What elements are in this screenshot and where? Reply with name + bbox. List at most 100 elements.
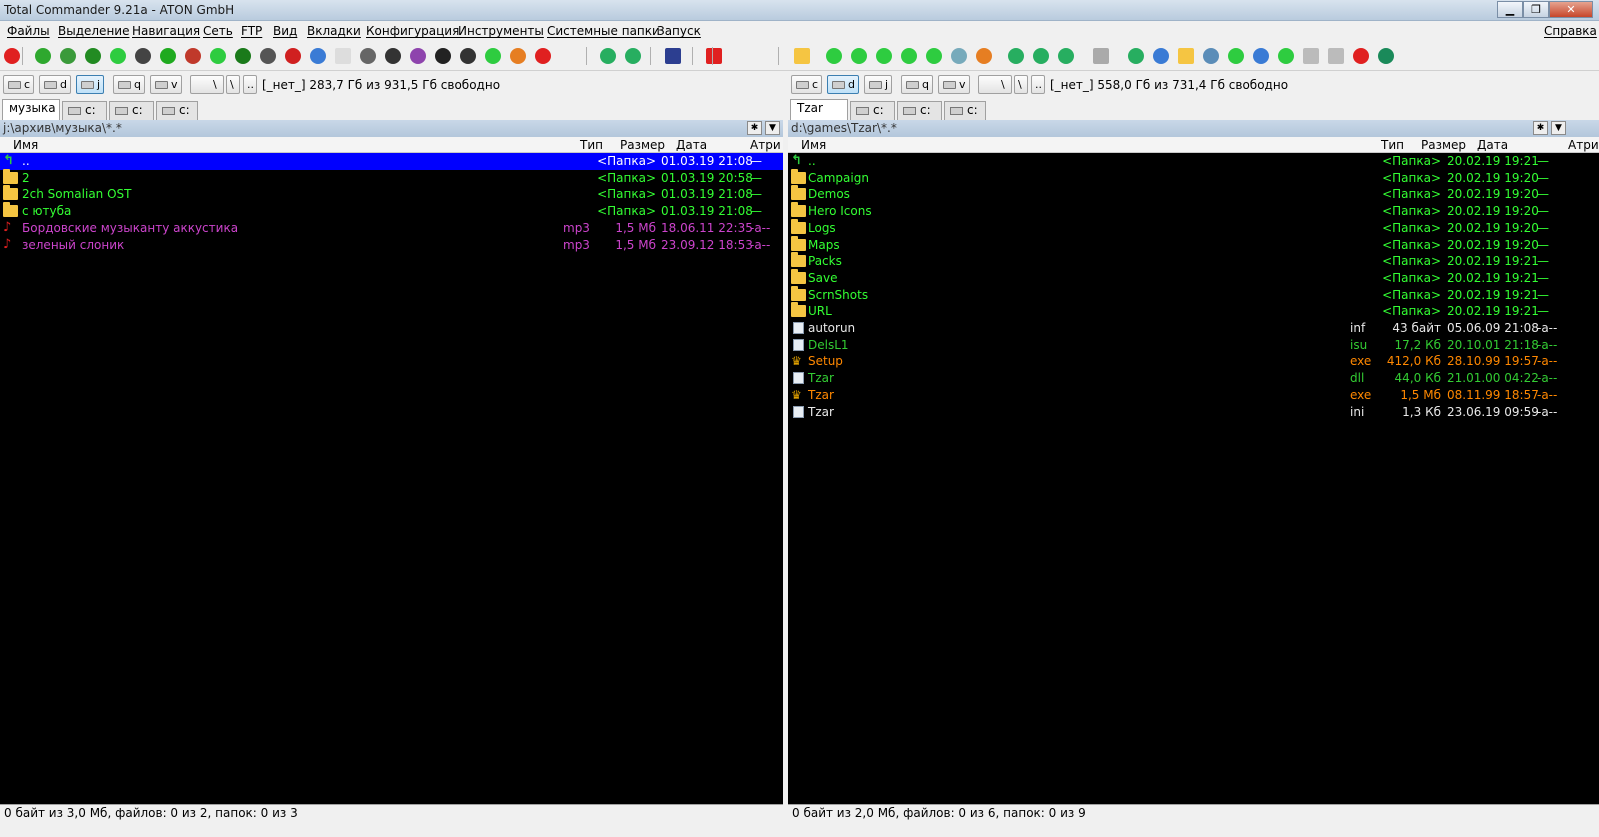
save-icon[interactable] xyxy=(662,45,684,67)
down-icon[interactable] xyxy=(923,45,945,67)
right-tab-0[interactable]: Tzar xyxy=(790,99,848,120)
right-col-date[interactable]: Дата xyxy=(1477,138,1508,152)
file-row[interactable]: ↰.. <Папка> 01.03.19 21:08— xyxy=(0,153,783,170)
left-col-attr[interactable]: Атри xyxy=(750,138,781,152)
gear-icon[interactable] xyxy=(482,45,504,67)
right-history-button[interactable]: ▼ xyxy=(1551,121,1566,135)
menu-item-10[interactable]: Запуск xyxy=(657,24,701,38)
menu-item-4[interactable]: FTP xyxy=(241,24,262,38)
menu-item-9[interactable]: Системные папки xyxy=(547,24,660,38)
left-parent-button[interactable]: .. xyxy=(243,75,257,94)
image-icon[interactable] xyxy=(57,45,79,67)
file-row[interactable]: Logs <Папка> 20.02.19 19:20— xyxy=(788,218,1599,237)
left-drive-c-button[interactable]: c xyxy=(3,75,35,94)
binoculars-icon[interactable] xyxy=(257,45,279,67)
right-root-button[interactable]: \ xyxy=(1014,75,1028,94)
minimize-button[interactable]: ▁ xyxy=(1497,1,1523,18)
rewind-icon[interactable] xyxy=(1005,45,1027,67)
folder-icon[interactable] xyxy=(791,45,813,67)
v-icon[interactable] xyxy=(207,45,229,67)
maximize-button[interactable]: ❐ xyxy=(1523,1,1549,18)
zoom-icon[interactable] xyxy=(1325,45,1347,67)
film-icon[interactable] xyxy=(132,45,154,67)
menu-item-7[interactable]: Конфигурация xyxy=(366,24,459,38)
file-row[interactable]: DelsL1 isu 17,2 Кб 20.10.01 21:18 -a-- xyxy=(788,337,1599,354)
right-tab-2[interactable]: c: xyxy=(897,101,942,120)
menu-item-5[interactable]: Вид xyxy=(273,24,297,38)
left-col-name[interactable]: Имя xyxy=(13,138,38,152)
file-row[interactable]: Demos <Папка> 20.02.19 19:20— xyxy=(788,185,1599,203)
vote-icon[interactable] xyxy=(1375,45,1397,67)
download-icon[interactable] xyxy=(622,45,644,67)
color-icon[interactable] xyxy=(407,45,429,67)
down-icon[interactable] xyxy=(873,45,895,67)
right-tab-3[interactable]: c: xyxy=(944,101,986,120)
splat-icon[interactable] xyxy=(1350,45,1372,67)
file-row[interactable]: Tzar dll 44,0 Кб 21.01.00 04:22 -a-- xyxy=(788,370,1599,387)
left-col-size[interactable]: Размер xyxy=(620,138,665,152)
grid-icon[interactable] xyxy=(107,45,129,67)
star-icon[interactable] xyxy=(532,45,554,67)
left-network-drive-button[interactable]: \ xyxy=(190,75,224,94)
left-file-list[interactable]: ↰.. <Папка> 01.03.19 21:08—2 <Папка> 01.03.1… xyxy=(0,153,783,804)
file-row[interactable]: ScrnShots <Папка> 20.02.19 19:21— xyxy=(788,285,1599,304)
star-icon[interactable] xyxy=(1,45,23,67)
left-drive-d-button[interactable]: d xyxy=(39,75,71,94)
right-col-attr[interactable]: Атри xyxy=(1568,138,1599,152)
right-drive-v-button[interactable]: v xyxy=(938,75,970,94)
file-row[interactable]: 2 <Папка> 01.03.19 20:58— xyxy=(0,168,783,187)
right-col-ext[interactable]: Тип xyxy=(1381,138,1404,152)
map-icon[interactable] xyxy=(1150,45,1172,67)
left-col-ext[interactable]: Тип xyxy=(580,138,603,152)
folder-icon[interactable] xyxy=(1175,45,1197,67)
r-icon[interactable] xyxy=(382,45,404,67)
file-row[interactable]: Packs <Папка> 20.02.19 19:21— xyxy=(788,252,1599,270)
left-root-button[interactable]: \ xyxy=(226,75,240,94)
left-history-button[interactable]: ▼ xyxy=(765,121,780,135)
right-network-drive-button[interactable]: \ xyxy=(978,75,1012,94)
ftp-icon[interactable] xyxy=(157,45,179,67)
left-col-date[interactable]: Дата xyxy=(676,138,707,152)
zoom-icon[interactable] xyxy=(1300,45,1322,67)
right-col-size[interactable]: Размер xyxy=(1421,138,1466,152)
close-button[interactable]: ✕ xyxy=(1549,1,1593,18)
file-row[interactable]: ♛ Setup exe 412,0 Кб 28.10.99 19:57 -a-- xyxy=(788,353,1599,370)
refresh-icon[interactable] xyxy=(32,45,54,67)
up-icon[interactable] xyxy=(1125,45,1147,67)
file-row[interactable]: Maps <Папка> 20.02.19 19:20— xyxy=(788,235,1599,254)
file-row[interactable]: Save <Папка> 20.02.19 19:21— xyxy=(788,268,1599,287)
right-drive-j-button[interactable]: j xyxy=(864,75,893,94)
file-row[interactable]: ↰.. <Папка> 20.02.19 19:21— xyxy=(788,153,1599,170)
file-row[interactable]: autorun inf 43 байт 05.06.09 21:08 -a-- xyxy=(788,320,1599,337)
file-row[interactable]: 2ch Somalian OST <Папка> 01.03.19 21:08— xyxy=(0,185,783,203)
menu-item-8[interactable]: Инструменты xyxy=(458,24,544,38)
menu-item-3[interactable]: Сеть xyxy=(203,24,233,38)
right-drive-d-button[interactable]: d xyxy=(827,75,859,94)
right-hotlist-button[interactable]: ✱ xyxy=(1533,121,1548,135)
file-row[interactable]: ♪ Бордовские музыканту аккустика mp3 1,5 Мб… xyxy=(0,220,783,237)
network-icon[interactable] xyxy=(1200,45,1222,67)
palette-icon[interactable] xyxy=(507,45,529,67)
file-row[interactable]: Tzar ini 1,3 Кб 23.06.19 09:59 -a-- xyxy=(788,404,1599,421)
menu-item-0[interactable]: Файлы xyxy=(7,24,50,38)
window-icon[interactable] xyxy=(332,45,354,67)
delete-icon[interactable] xyxy=(703,45,725,67)
left-drive-v-button[interactable]: v xyxy=(150,75,182,94)
left-tab-1[interactable]: c: xyxy=(62,101,107,120)
left-drive-q-button[interactable]: q xyxy=(113,75,145,94)
globe-icon[interactable] xyxy=(307,45,329,67)
right-tab-1[interactable]: c: xyxy=(850,101,895,120)
down-icon[interactable] xyxy=(898,45,920,67)
search-icon[interactable] xyxy=(1090,45,1112,67)
right-drive-q-button[interactable]: q xyxy=(901,75,933,94)
undo-icon[interactable] xyxy=(82,45,104,67)
right-col-name[interactable]: Имя xyxy=(801,138,826,152)
right-drive-c-button[interactable]: c xyxy=(791,75,823,94)
file-row[interactable]: Campaign <Папка> 20.02.19 19:20— xyxy=(788,168,1599,187)
terminal-icon[interactable] xyxy=(232,45,254,67)
file-row[interactable]: с ютуба <Папка> 01.03.19 21:08— xyxy=(0,202,783,220)
panel-splitter[interactable] xyxy=(783,73,788,837)
left-drive-j-button[interactable]: j xyxy=(76,75,105,94)
aperture-icon[interactable] xyxy=(432,45,454,67)
contrast-icon[interactable] xyxy=(457,45,479,67)
